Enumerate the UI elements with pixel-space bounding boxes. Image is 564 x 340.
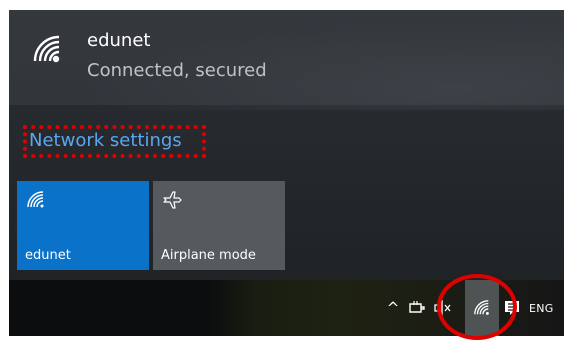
wifi-tile-label: edunet [25, 248, 71, 263]
network-list-item[interactable]: edunet Connected, secured [9, 10, 564, 105]
tray-network-button[interactable] [465, 280, 499, 336]
power-icon[interactable] [405, 280, 429, 336]
volume-muted-icon[interactable] [429, 280, 459, 336]
network-flyout: edunet Connected, secured Network settin… [9, 10, 564, 280]
wifi-icon [474, 300, 489, 315]
taskbar: ^ ENG [9, 280, 564, 336]
action-center-icon[interactable] [501, 280, 523, 336]
airplane-mode-tile[interactable]: Airplane mode [153, 181, 285, 270]
language-indicator[interactable]: ENG [529, 280, 564, 336]
wifi-toggle-tile[interactable]: edunet [17, 181, 149, 270]
wifi-secured-icon [33, 35, 60, 63]
wifi-icon [27, 191, 44, 208]
network-name: edunet [87, 30, 151, 51]
airplane-icon [163, 191, 182, 209]
network-status: Connected, secured [87, 60, 267, 81]
chevron-up-icon[interactable]: ^ [382, 280, 404, 336]
airplane-tile-label: Airplane mode [161, 248, 256, 263]
network-settings-link[interactable]: Network settings [29, 130, 182, 151]
